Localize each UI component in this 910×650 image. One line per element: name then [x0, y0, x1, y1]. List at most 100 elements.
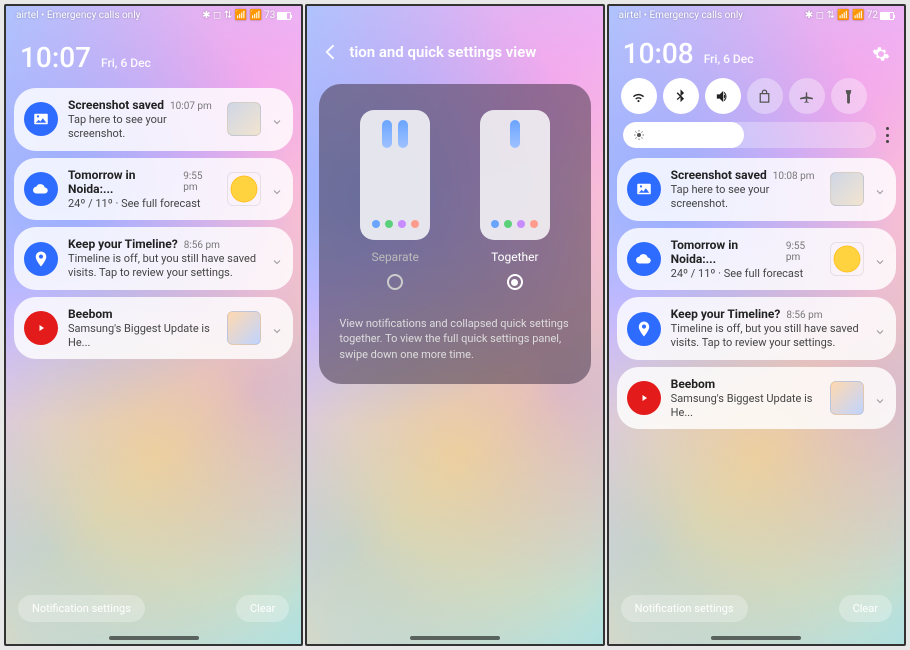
notification-screenshot[interactable]: Screenshot saved 10:07 pm Tap here to se… — [14, 88, 293, 151]
video-thumbnail — [830, 381, 864, 415]
panel-separate-shade: airtel • Emergency calls only ✱ ◻ ⇅ 📶 📶 … — [4, 4, 303, 646]
youtube-icon — [627, 381, 661, 415]
notif-time: 9:55 pm — [183, 171, 217, 193]
option-label: Together — [491, 250, 539, 264]
notif-time: 8:56 pm — [786, 310, 822, 321]
cloud-icon — [627, 242, 661, 276]
brightness-row — [609, 120, 904, 158]
weather-sun-icon — [830, 242, 864, 276]
notification-weather[interactable]: Tomorrow in Noida:... 9:55 pm 24º / 11º … — [617, 228, 896, 291]
option-label: Separate — [371, 250, 418, 264]
qs-bluetooth[interactable] — [663, 78, 699, 114]
notif-body-text: Samsung's Biggest Update is He... — [671, 391, 820, 420]
more-icon[interactable] — [886, 127, 890, 143]
chevron-down-icon[interactable] — [271, 183, 283, 195]
brightness-slider[interactable] — [623, 122, 876, 148]
chevron-down-icon[interactable] — [874, 323, 886, 335]
notif-title: Beebom — [68, 307, 113, 321]
notification-list: Screenshot saved 10:08 pm Tap here to se… — [609, 158, 904, 429]
chevron-down-icon[interactable] — [874, 392, 886, 404]
qs-rotate-lock[interactable] — [747, 78, 783, 114]
image-icon — [24, 102, 58, 136]
notif-title: Keep your Timeline? — [671, 307, 781, 321]
carrier-text: airtel • Emergency calls only — [16, 10, 140, 21]
gear-icon[interactable] — [872, 45, 890, 63]
chevron-down-icon[interactable] — [874, 253, 886, 265]
clock-date: Fri, 6 Dec — [101, 56, 151, 70]
panel-settings-picker: tion and quick settings view Separate To… — [305, 4, 604, 646]
quick-settings-row — [609, 78, 904, 120]
preview-separate — [360, 110, 430, 240]
weather-sun-icon — [227, 172, 261, 206]
chevron-down-icon[interactable] — [271, 253, 283, 265]
preview-together — [480, 110, 550, 240]
option-description: View notifications and collapsed quick s… — [337, 302, 572, 362]
notif-title: Keep your Timeline? — [68, 237, 178, 251]
notif-title: Screenshot saved — [671, 168, 767, 182]
notification-settings-button[interactable]: Notification settings — [18, 595, 145, 622]
clear-button[interactable]: Clear — [236, 595, 289, 622]
youtube-icon — [24, 311, 58, 345]
notif-body-text: Samsung's Biggest Update is He... — [68, 321, 217, 350]
pin-icon — [24, 242, 58, 276]
notif-body-text: 24º / 11º · See full forecast — [671, 266, 820, 281]
chevron-down-icon[interactable] — [271, 113, 283, 125]
bottom-actions: Notification settings Clear — [609, 595, 904, 622]
status-bar: airtel • Emergency calls only ✱ ◻ ⇅ 📶 📶 … — [6, 6, 301, 23]
screenshot-thumbnail — [830, 172, 864, 206]
notif-time: 10:07 pm — [170, 101, 212, 112]
nav-handle[interactable] — [711, 636, 801, 640]
notification-youtube[interactable]: Beebom Samsung's Biggest Update is He... — [617, 367, 896, 430]
image-icon — [627, 172, 661, 206]
notif-time: 9:55 pm — [786, 241, 820, 263]
clock-row: 10:08 Fri, 6 Dec — [609, 23, 904, 78]
clock-row: 10:07 Fri, 6 Dec — [6, 23, 301, 88]
video-thumbnail — [227, 311, 261, 345]
settings-title: tion and quick settings view — [349, 43, 536, 61]
option-together[interactable]: Together — [480, 110, 550, 290]
option-separate[interactable]: Separate — [360, 110, 430, 290]
notif-body-text: Tap here to see your screenshot. — [671, 182, 820, 211]
chevron-down-icon[interactable] — [874, 183, 886, 195]
notif-body-text: 24º / 11º · See full forecast — [68, 196, 217, 211]
notif-body-text: Timeline is off, but you still have save… — [68, 251, 261, 280]
radio-selected[interactable] — [507, 274, 523, 290]
clear-button[interactable]: Clear — [839, 595, 892, 622]
notif-time: 8:56 pm — [184, 240, 220, 251]
qs-wifi[interactable] — [621, 78, 657, 114]
back-icon[interactable] — [321, 42, 341, 62]
notification-weather[interactable]: Tomorrow in Noida:... 9:55 pm 24º / 11º … — [14, 158, 293, 221]
notification-settings-button[interactable]: Notification settings — [621, 595, 748, 622]
nav-handle[interactable] — [410, 636, 500, 640]
qs-sound[interactable] — [705, 78, 741, 114]
cloud-icon — [24, 172, 58, 206]
radio-unselected[interactable] — [387, 274, 403, 290]
notification-timeline[interactable]: Keep your Timeline? 8:56 pm Timeline is … — [617, 297, 896, 360]
qs-torch[interactable] — [831, 78, 867, 114]
notif-title: Tomorrow in Noida:... — [68, 168, 177, 196]
carrier-text: airtel • Emergency calls only — [619, 10, 743, 21]
clock-time: 10:07 — [20, 41, 91, 74]
notif-title: Tomorrow in Noida:... — [671, 238, 780, 266]
notif-title: Beebom — [671, 377, 716, 391]
sun-icon — [633, 129, 645, 141]
qs-airplane[interactable] — [789, 78, 825, 114]
notif-body-text: Tap here to see your screenshot. — [68, 112, 217, 141]
notification-timeline[interactable]: Keep your Timeline? 8:56 pm Timeline is … — [14, 227, 293, 290]
notification-youtube[interactable]: Beebom Samsung's Biggest Update is He... — [14, 297, 293, 360]
notification-list: Screenshot saved 10:07 pm Tap here to se… — [6, 88, 301, 359]
layout-option-sheet: Separate Together View notifications and… — [319, 84, 590, 384]
pin-icon — [627, 312, 661, 346]
chevron-down-icon[interactable] — [271, 322, 283, 334]
settings-header: tion and quick settings view — [307, 6, 602, 78]
nav-handle[interactable] — [109, 636, 199, 640]
notif-time: 10:08 pm — [773, 171, 815, 182]
notification-screenshot[interactable]: Screenshot saved 10:08 pm Tap here to se… — [617, 158, 896, 221]
status-icons: ✱ ◻ ⇅ 📶 📶 72 — [805, 10, 894, 21]
status-icons: ✱ ◻ ⇅ 📶 📶 73 — [202, 10, 291, 21]
notif-body-text: Timeline is off, but you still have save… — [671, 321, 864, 350]
panel-together-shade: airtel • Emergency calls only ✱ ◻ ⇅ 📶 📶 … — [607, 4, 906, 646]
bottom-actions: Notification settings Clear — [6, 595, 301, 622]
notif-title: Screenshot saved — [68, 98, 164, 112]
status-bar: airtel • Emergency calls only ✱ ◻ ⇅ 📶 📶 … — [609, 6, 904, 23]
